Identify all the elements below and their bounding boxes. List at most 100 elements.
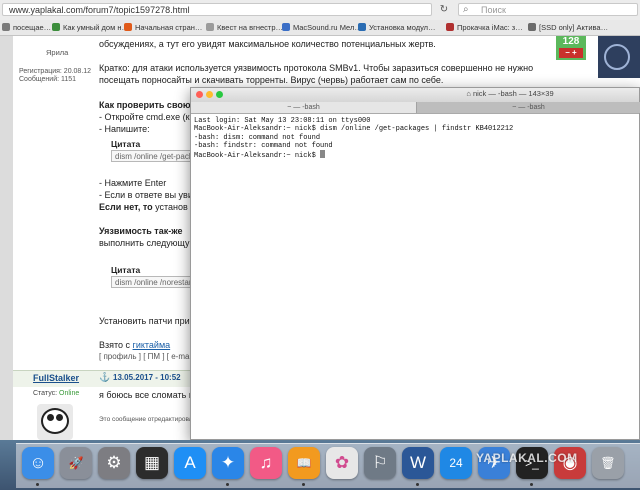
- bookmark-item[interactable]: Установка модул…: [358, 22, 436, 33]
- terminal-title: ⌂ nick — -bash — 143×39: [191, 89, 639, 98]
- author-status: Статус: Online: [33, 390, 79, 397]
- post-line: Взято с гиктайма: [99, 339, 170, 351]
- eye-icon: [56, 414, 63, 421]
- post-line: выполнить следующую: [99, 238, 197, 248]
- post-line: Установить патчи при: [99, 316, 190, 326]
- post-line: Если нет, то установ: [99, 201, 188, 213]
- trash-icon[interactable]: 🗑: [592, 447, 624, 479]
- panda-face-icon: [41, 408, 69, 434]
- bookmark-item[interactable]: [SSD only] Актива…: [528, 22, 608, 33]
- post-heading: Уязвимость так-же: [99, 226, 183, 236]
- source-label: Взято с: [99, 340, 131, 350]
- ibooks-icon[interactable]: 📖: [288, 447, 320, 479]
- network-utility-icon[interactable]: ⚐: [364, 447, 396, 479]
- terminal-window[interactable]: ⌂ nick — -bash — 143×39 ~ — -bash ~ — -b…: [190, 87, 640, 440]
- favicon-icon: [206, 23, 214, 31]
- address-bar[interactable]: www.yaplakal.com/forum7/topic1597278.htm…: [2, 3, 432, 16]
- profile-links[interactable]: [ профиль ] [ ПМ ] [ e-ma: [99, 352, 189, 361]
- terminal-output[interactable]: Last login: Sat May 13 23:08:11 on ttys0…: [194, 117, 636, 160]
- post-line-tail: установ: [155, 202, 188, 212]
- favicon-icon: [124, 23, 132, 31]
- quote-label: Цитата: [111, 139, 141, 149]
- post-author-name[interactable]: FullStalker: [33, 373, 79, 383]
- terminal-titlebar[interactable]: ⌂ nick — -bash — 143×39: [191, 88, 639, 103]
- dock: ☺ 🚀 ⚙ ▦ A ✦ ♫ 📖 ✿ ⚐ W 24 ✈ >_ ◉ 🗑: [16, 443, 640, 488]
- post-bold: Если нет, то: [99, 202, 153, 212]
- favicon-icon: [52, 23, 60, 31]
- terminal-line: -bash: dism: command not found: [194, 133, 321, 142]
- bookmark-item[interactable]: Начальная стран…: [124, 22, 202, 33]
- post-author-name[interactable]: Ярила: [46, 48, 68, 57]
- post-author-registration: Регистрация: 20.08.12: [19, 68, 92, 75]
- bookmark-label: [SSD only] Актива…: [539, 23, 609, 32]
- search-field[interactable]: ⌕ Поиск: [458, 3, 638, 16]
- favicon-icon: [528, 23, 536, 31]
- terminal-line: -bash: findstr: command not found: [194, 141, 333, 150]
- bookmark-item[interactable]: Как умный дом н…: [52, 22, 129, 33]
- bookmark-label: Установка модул…: [369, 23, 436, 32]
- post-line: - Напишите:: [99, 124, 150, 134]
- rating-value: 128: [562, 36, 580, 47]
- post-date: 13.05.2017 - 10:52: [113, 373, 181, 382]
- bookmark-item[interactable]: Квест на вгнестр…: [206, 22, 283, 33]
- bookmark-label: MacSound.ru Мел…: [293, 23, 362, 32]
- terminal-title-text: nick — -bash — 143×39: [472, 89, 554, 98]
- bookmark-item[interactable]: Прокачка iMac: з…: [446, 22, 523, 33]
- favicon-icon: [358, 23, 366, 31]
- status-label: Статус:: [33, 390, 58, 397]
- avatar: [37, 404, 73, 440]
- rating-controls[interactable]: – +: [559, 48, 583, 58]
- bookmarks-bar: посещае… Как умный дом н… Начальная стран……: [0, 20, 640, 36]
- post-line: - Откройте cmd.exe (к: [99, 112, 190, 122]
- anchor-icon[interactable]: ⚓: [99, 372, 110, 383]
- avatar: [598, 36, 640, 78]
- itunes-icon[interactable]: ♫: [250, 447, 282, 479]
- running-indicator: [416, 483, 419, 486]
- bookmark-label: Начальная стран…: [135, 23, 203, 32]
- quote-label: Цитата: [111, 265, 141, 275]
- system-preferences-icon[interactable]: ⚙: [98, 447, 130, 479]
- house-icon: ⌂: [466, 89, 473, 98]
- launchpad-icon[interactable]: 🚀: [60, 447, 92, 479]
- bookmark-label: Как умный дом н…: [63, 23, 129, 32]
- app-store-icon[interactable]: A: [174, 447, 206, 479]
- post-line: Кратко: для атаки используется уязвимост…: [99, 63, 534, 73]
- finder-icon[interactable]: ☺: [22, 447, 54, 479]
- eye-icon: [47, 414, 54, 421]
- bookmark-label: посещае…: [13, 23, 52, 32]
- post-line: - Если в ответе вы уви: [99, 190, 193, 200]
- terminal-tab[interactable]: ~ — -bash: [191, 102, 416, 113]
- favicon-icon: [446, 23, 454, 31]
- terminal-tab[interactable]: ~ — -bash: [416, 102, 640, 113]
- running-indicator: [302, 483, 305, 486]
- calendar-24-icon[interactable]: 24: [440, 447, 472, 479]
- post-line: обсуждениях, а тут его увидят максимальн…: [99, 39, 436, 49]
- search-icon: ⌕: [463, 4, 469, 15]
- safari-icon[interactable]: ✦: [212, 447, 244, 479]
- post-line: - Нажмите Enter: [99, 178, 167, 188]
- terminal-line: Last login: Sat May 13 23:08:11 on ttys0…: [194, 117, 371, 125]
- text-cursor: [320, 150, 326, 159]
- photos-icon[interactable]: ✿: [326, 447, 358, 479]
- browser-toolbar: www.yaplakal.com/forum7/topic1597278.htm…: [0, 0, 640, 21]
- edited-note: Это сообщение отредактировал: [99, 416, 197, 423]
- dashboard-icon[interactable]: ▦: [136, 447, 168, 479]
- bookmark-label: Прокачка iMac: з…: [457, 23, 523, 32]
- post-line: посещать порносайты и скачивать торренты…: [99, 75, 444, 85]
- terminal-line: MacBook-Air-Aleksandr:~ nick$ dism /onli…: [194, 125, 514, 134]
- status-online: Online: [59, 390, 80, 397]
- terminal-tabs: ~ — -bash ~ — -bash: [191, 102, 640, 114]
- running-indicator: [36, 483, 39, 486]
- reload-icon[interactable]: ↻: [437, 3, 451, 16]
- running-indicator: [226, 483, 229, 486]
- terminal-prompt: MacBook-Air-Aleksandr:~ nick$: [194, 152, 321, 161]
- favicon-icon: [282, 23, 290, 31]
- search-placeholder: Поиск: [481, 5, 506, 15]
- word-icon[interactable]: W: [402, 447, 434, 479]
- bookmark-label: Квест на вгнестр…: [217, 23, 283, 32]
- rating-badge: 128 – +: [556, 36, 586, 60]
- post-text: я боюсь все сломать в: [99, 390, 194, 400]
- bookmark-item[interactable]: MacSound.ru Мел…: [282, 22, 362, 33]
- source-link[interactable]: гиктайма: [133, 340, 171, 350]
- bookmark-item[interactable]: посещае…: [2, 22, 51, 33]
